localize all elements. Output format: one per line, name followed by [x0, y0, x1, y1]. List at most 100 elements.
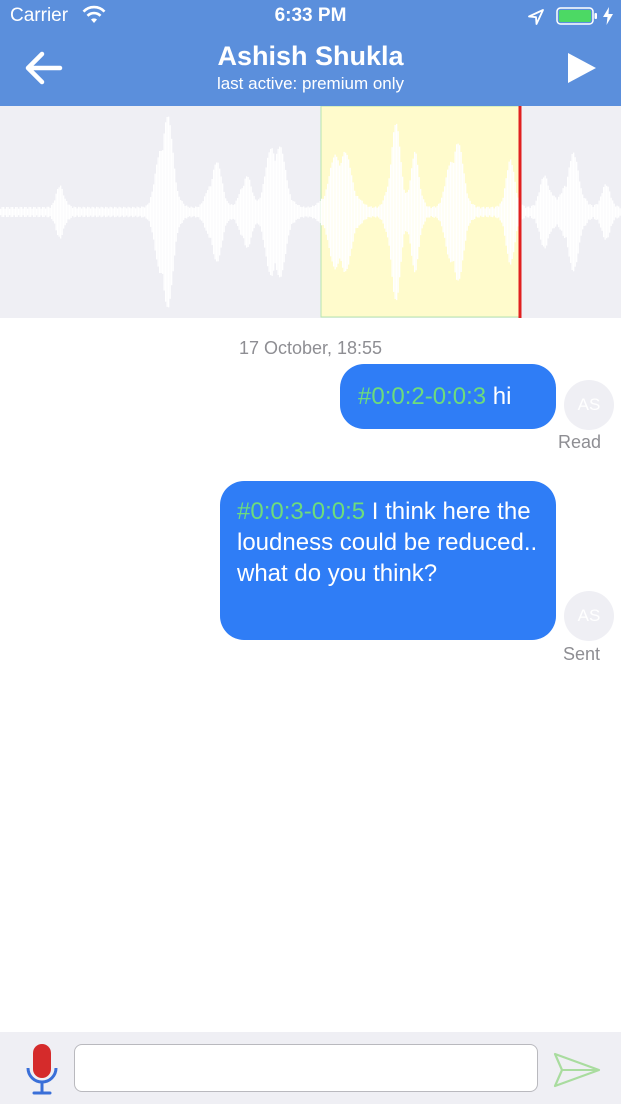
waveform-bar [556, 199, 558, 225]
waveform-bar [438, 203, 440, 221]
avatar: AS [564, 380, 614, 430]
waveform-bar [30, 207, 32, 217]
waveform-bar [252, 192, 254, 232]
waveform-bar [207, 190, 209, 234]
play-button[interactable] [562, 50, 602, 86]
waveform-bar [205, 193, 207, 231]
waveform-bar [547, 185, 549, 239]
waveform-bar [76, 208, 78, 216]
waveform-bar [378, 206, 380, 218]
waveform-bar [168, 116, 170, 308]
waveform-bar [573, 152, 575, 272]
waveform-bar [1, 207, 3, 217]
message-timestamp-tag[interactable]: #0:0:3-0:0:5 [237, 498, 365, 525]
waveform-bar [522, 204, 524, 220]
waveform-bar [441, 197, 443, 227]
waveform-bar [417, 164, 419, 260]
waveform-bar [388, 178, 390, 246]
waveform-bar [264, 176, 266, 248]
waveform-bar [451, 162, 453, 262]
waveform-bar [210, 186, 212, 238]
waveform-bar [106, 207, 108, 217]
waveform-bar [616, 205, 618, 219]
location-arrow-icon [528, 9, 544, 25]
waveform-bar [486, 207, 488, 217]
waveform-bar [118, 206, 120, 218]
waveform-bar [219, 168, 221, 256]
waveform-bar [558, 196, 560, 228]
waveform-bar [387, 186, 389, 238]
waveform-bar [241, 188, 243, 236]
waveform-bar [13, 208, 15, 216]
waveform-bar [255, 199, 257, 225]
waveform-bar [384, 195, 386, 229]
waveform-bar [135, 208, 137, 216]
waveform-bar [172, 152, 174, 272]
waveform-bar [204, 196, 206, 228]
waveform-bar [243, 185, 245, 239]
waveform-bar [345, 152, 347, 272]
waveform-bar [100, 206, 102, 218]
waveform-bar [237, 198, 239, 226]
message-bubble[interactable]: #0:0:3-0:0:5 I think here the loudness c… [220, 481, 556, 640]
waveform-bar [480, 208, 482, 216]
waveform-bar [324, 195, 326, 229]
waveform-bar [372, 207, 374, 217]
waveform-bar [25, 207, 27, 217]
waveform-bar [151, 191, 153, 233]
waveform-bar [75, 207, 77, 217]
waveform-bar [576, 161, 578, 263]
waveform-bar [466, 193, 468, 231]
waveform-bar [306, 207, 308, 217]
microphone-icon[interactable] [24, 1042, 60, 1098]
chat-screen: Carrier 6:33 PM Ashish Shukla last activ… [0, 0, 621, 1104]
waveform-bar [502, 197, 504, 227]
waveform-bar [292, 201, 294, 223]
waveform-bar [148, 202, 150, 222]
waveform-bar [498, 206, 500, 218]
waveform-bar [37, 206, 39, 218]
waveform-bar [40, 208, 42, 216]
waveform-bar [610, 197, 612, 227]
waveform-bar [115, 207, 117, 217]
waveform-bar [543, 177, 545, 247]
waveform-bar [489, 208, 491, 216]
playhead-line[interactable] [518, 106, 522, 318]
waveform-bar [33, 206, 35, 218]
send-icon[interactable] [552, 1050, 602, 1090]
waveform-bar [42, 206, 44, 218]
message-input[interactable] [74, 1044, 538, 1092]
waveform-bar [225, 198, 227, 226]
waveform-bar [312, 205, 314, 219]
waveform-bar [46, 206, 48, 218]
waveform-bar [126, 208, 128, 216]
waveform-bar [381, 204, 383, 220]
waveform-bar [298, 205, 300, 219]
waveform-bar [606, 185, 608, 239]
waveform-bar [184, 205, 186, 219]
waveform-bar [123, 206, 125, 218]
waveform-bar [471, 204, 473, 220]
waveform-bar [223, 191, 225, 233]
waveform-bar [607, 186, 609, 238]
waveform-bar [303, 206, 305, 218]
waveform-bar [562, 188, 564, 236]
waveform-bar [561, 193, 563, 231]
waveform-bar [229, 204, 231, 220]
waveform-bar [484, 208, 486, 216]
waveform-bar [526, 206, 528, 218]
waveform-bar [186, 205, 188, 219]
message-timestamp-tag[interactable]: #0:0:2-0:0:3 [358, 383, 486, 410]
audio-waveform[interactable] [0, 106, 621, 318]
waveform-bar [280, 147, 282, 277]
waveform-bar [436, 205, 438, 219]
waveform-bar [111, 207, 113, 217]
waveform-bar [454, 151, 456, 273]
waveform-bar [465, 183, 467, 241]
message-bubble[interactable]: #0:0:2-0:0:3 hi [340, 364, 556, 429]
waveform-bar [499, 203, 501, 221]
waveform-bar [69, 204, 71, 220]
waveform-bar [61, 188, 63, 235]
waveform-bar [97, 207, 99, 217]
waveform-bar [90, 208, 92, 216]
